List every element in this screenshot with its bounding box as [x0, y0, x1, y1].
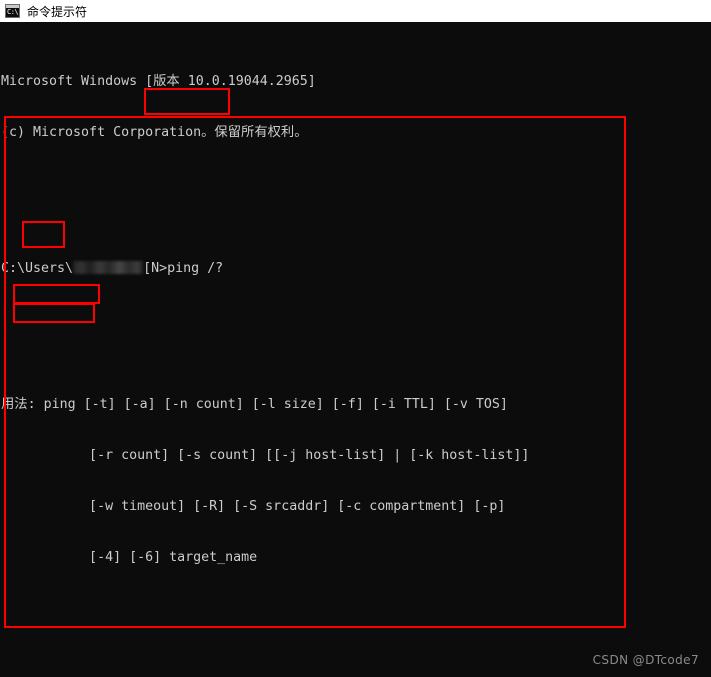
usage-line-3: [-w timeout] [-R] [-S srcaddr] [-c compa… [1, 499, 506, 514]
cmd-prompt-icon: C:\ [5, 4, 20, 18]
cmd-icon-glyph: C:\ [7, 8, 19, 16]
usage-line-4: [-4] [-6] target_name [1, 550, 258, 565]
window-title: 命令提示符 [27, 4, 88, 19]
command-prompt-window: C:\ 命令提示符 Microsoft Windows [版本 10.0.190… [0, 0, 711, 677]
terminal-line-prompt-top: C:\Users\ [N>ping /? [0, 260, 529, 277]
window-titlebar: C:\ 命令提示符 [0, 0, 711, 22]
terminal-line-copyright: (c) Microsoft Corporation。保留所有权利。 [1, 125, 308, 140]
console-output-area[interactable]: Microsoft Windows [版本 10.0.19044.2965] (… [0, 22, 711, 677]
prompt-path-suffix: [N> [143, 261, 168, 276]
terminal-text: Microsoft Windows [版本 10.0.19044.2965] (… [0, 22, 529, 677]
usage-line-1: 用法: ping [-t] [-a] [-n count] [-l size] … [1, 397, 508, 412]
prompt-path-prefix: C:\Users\ [1, 261, 74, 276]
watermark-text: CSDN @DTcode7 [592, 653, 699, 667]
usage-line-2: [-r count] [-s count] [[-j host-list] | … [1, 448, 530, 463]
typed-command: ping /? [167, 261, 224, 276]
masked-username-top [73, 260, 144, 274]
terminal-line-os-version: Microsoft Windows [版本 10.0.19044.2965] [1, 74, 316, 89]
